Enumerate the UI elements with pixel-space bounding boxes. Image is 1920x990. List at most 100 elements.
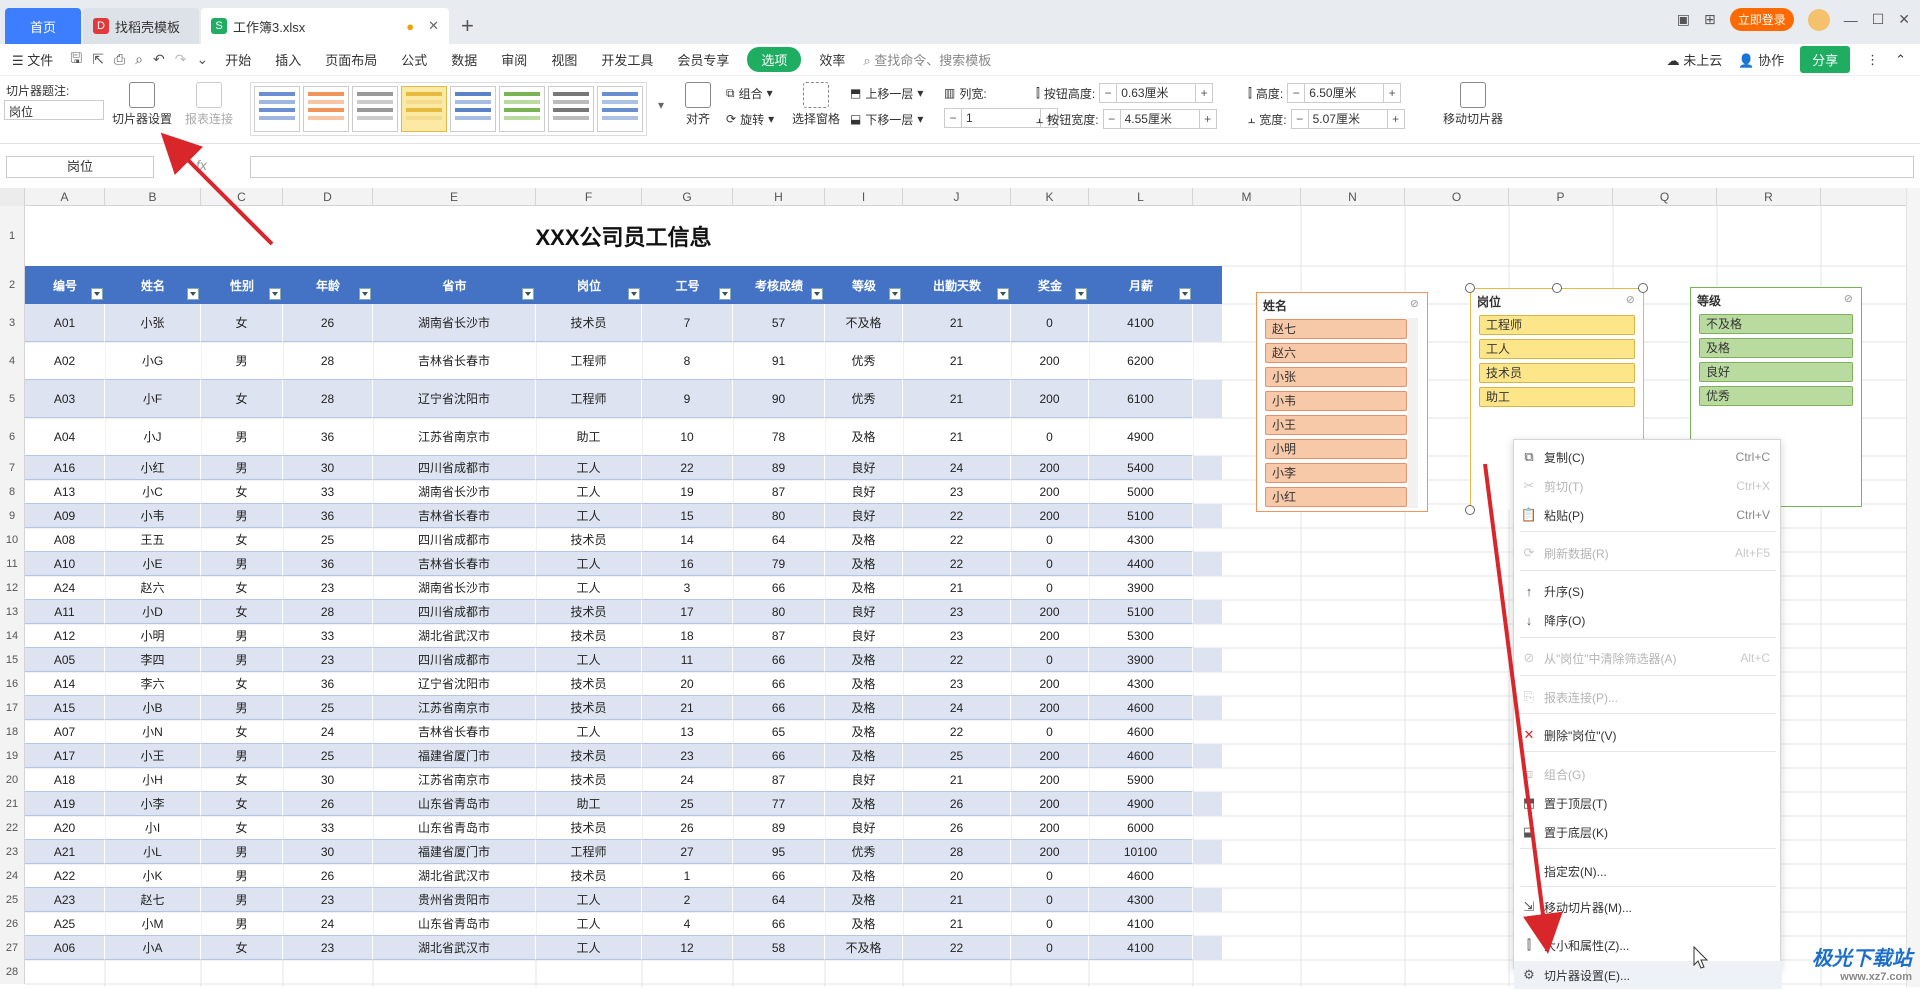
column-header[interactable]: D [283, 188, 373, 206]
table-cell[interactable]: 26 [283, 304, 373, 342]
table-cell[interactable]: 4300 [1089, 528, 1193, 552]
table-cell[interactable]: A19 [25, 792, 105, 816]
row-header[interactable]: 12 [0, 576, 25, 600]
table-cell[interactable]: 女 [201, 480, 283, 504]
table-cell[interactable]: 女 [201, 936, 283, 960]
table-cell[interactable]: 65 [733, 720, 825, 744]
table-cell[interactable]: 21 [903, 576, 1011, 600]
table-cell[interactable]: 3 [642, 576, 733, 600]
collab-button[interactable]: 👤 协作 [1738, 50, 1784, 69]
table-cell[interactable]: 36 [283, 672, 373, 696]
table-cell[interactable]: 200 [1011, 744, 1089, 768]
table-cell[interactable]: 男 [201, 418, 283, 456]
menu-formula[interactable]: 公式 [389, 50, 439, 69]
name-box[interactable]: 岗位 [6, 156, 154, 178]
table-cell[interactable]: 李六 [105, 672, 201, 696]
table-cell[interactable]: 小明 [105, 624, 201, 648]
table-cell[interactable]: 22 [903, 504, 1011, 528]
button-width-stepper[interactable]: −4.55厘米+ [1103, 109, 1217, 129]
context-menu-item[interactable]: ↓降序(O) [1514, 606, 1782, 634]
table-cell[interactable]: A01 [25, 304, 105, 342]
new-tab-button[interactable]: + [449, 8, 486, 44]
table-cell[interactable]: 江苏省南京市 [373, 768, 536, 792]
table-cell[interactable]: 91 [733, 342, 825, 380]
increment-icon[interactable]: + [1200, 112, 1216, 126]
table-cell[interactable]: 0 [1011, 576, 1089, 600]
table-cell[interactable]: 0 [1011, 648, 1089, 672]
slicer-item[interactable]: 技术员 [1479, 363, 1635, 383]
apps-icon[interactable]: ⊞ [1704, 11, 1716, 28]
table-cell[interactable]: A17 [25, 744, 105, 768]
table-cell[interactable]: 女 [201, 528, 283, 552]
table-cell[interactable]: 工人 [536, 456, 642, 480]
table-cell[interactable]: 技术员 [536, 528, 642, 552]
column-header[interactable]: N [1301, 188, 1405, 206]
slicer-item[interactable]: 助工 [1479, 387, 1635, 407]
table-cell[interactable]: 小G [105, 342, 201, 380]
fx-icon[interactable]: fx [196, 157, 207, 173]
table-cell[interactable]: 男 [201, 888, 283, 912]
zoom-icon[interactable]: ⊕ [172, 157, 184, 174]
table-cell[interactable]: 优秀 [825, 342, 903, 380]
table-cell[interactable]: 80 [733, 504, 825, 528]
filter-dropdown-icon[interactable] [269, 288, 281, 300]
context-menu-item[interactable]: ⚙切片器设置(E)... [1514, 961, 1782, 989]
table-cell[interactable]: 及格 [825, 912, 903, 936]
column-header[interactable]: A [25, 188, 105, 206]
table-cell[interactable]: 工人 [536, 912, 642, 936]
column-header[interactable]: F [536, 188, 642, 206]
table-cell[interactable]: 10 [642, 418, 733, 456]
row-header[interactable]: 19 [0, 744, 25, 768]
table-cell[interactable]: 200 [1011, 480, 1089, 504]
filter-dropdown-icon[interactable] [628, 288, 640, 300]
table-cell[interactable]: A14 [25, 672, 105, 696]
sheet-title[interactable]: XXX公司员工信息 [25, 206, 1222, 266]
table-cell[interactable]: 200 [1011, 696, 1089, 720]
clear-filter-icon[interactable]: ⊘ [1410, 297, 1419, 310]
resize-handle[interactable] [1465, 283, 1475, 293]
table-cell[interactable]: 及格 [825, 552, 903, 576]
export-icon[interactable]: ⇱ [87, 51, 109, 68]
button-height-stepper[interactable]: −0.63厘米+ [1099, 83, 1213, 103]
menu-member[interactable]: 会员专享 [665, 50, 741, 69]
table-cell[interactable]: 20 [903, 864, 1011, 888]
table-cell[interactable]: 小E [105, 552, 201, 576]
column-header[interactable]: J [903, 188, 1011, 206]
table-cell[interactable]: 福建省厦门市 [373, 744, 536, 768]
table-cell[interactable]: 4400 [1089, 552, 1193, 576]
table-cell[interactable]: 58 [733, 936, 825, 960]
table-cell[interactable]: 3900 [1089, 576, 1193, 600]
select-all-corner[interactable] [0, 188, 25, 206]
table-cell[interactable]: 湖南省长沙市 [373, 480, 536, 504]
slicer-item[interactable]: 小明 [1265, 439, 1407, 459]
column-header[interactable]: Q [1613, 188, 1717, 206]
row-header[interactable]: 21 [0, 792, 25, 816]
context-menu-item[interactable]: ⧉复制(C)Ctrl+C [1514, 443, 1782, 471]
table-cell[interactable]: 200 [1011, 342, 1089, 380]
table-cell[interactable]: A22 [25, 864, 105, 888]
increment-icon[interactable]: + [1384, 86, 1400, 100]
menu-developer[interactable]: 开发工具 [589, 50, 665, 69]
table-cell[interactable]: 四川省成都市 [373, 600, 536, 624]
context-menu-item[interactable]: ✂剪切(T)Ctrl+X [1514, 472, 1782, 500]
row-header[interactable]: 9 [0, 504, 25, 528]
table-cell[interactable]: 6100 [1089, 380, 1193, 418]
table-cell[interactable]: 小K [105, 864, 201, 888]
table-cell[interactable]: 21 [903, 380, 1011, 418]
table-cell[interactable]: 4 [642, 912, 733, 936]
table-cell[interactable]: 66 [733, 864, 825, 888]
slicer-item[interactable]: 不及格 [1699, 314, 1853, 334]
table-cell[interactable]: A04 [25, 418, 105, 456]
filter-dropdown-icon[interactable] [811, 288, 823, 300]
table-cell[interactable]: 5300 [1089, 624, 1193, 648]
table-cell[interactable]: 小J [105, 418, 201, 456]
row-header[interactable]: 7 [0, 456, 25, 480]
table-cell[interactable]: 小F [105, 380, 201, 418]
slicer-scrollbar[interactable] [1408, 318, 1418, 508]
redo-icon[interactable]: ↷ [170, 51, 192, 68]
table-cell[interactable]: 男 [201, 696, 283, 720]
table-cell[interactable]: 6000 [1089, 816, 1193, 840]
table-cell[interactable]: 技术员 [536, 600, 642, 624]
table-cell[interactable]: 技术员 [536, 696, 642, 720]
row-header[interactable]: 23 [0, 840, 25, 864]
